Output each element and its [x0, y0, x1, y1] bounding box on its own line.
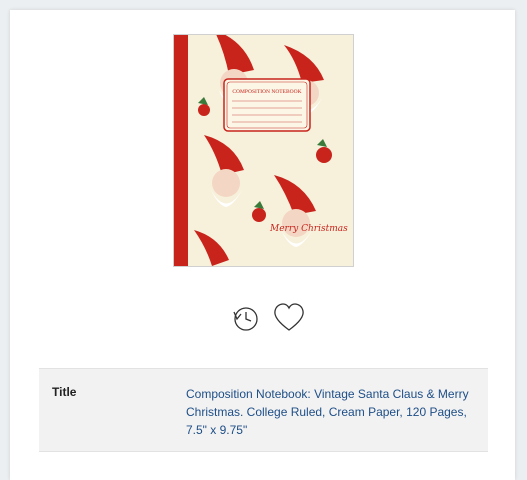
cover-lettering: Merry Christmas [269, 224, 348, 234]
details-label: Title [52, 385, 77, 399]
title-link[interactable]: Composition Notebook: Vintage Santa Clau… [186, 385, 476, 439]
book-cover-image[interactable]: COMPOSITION NOTEBOOK Merry Christmas [173, 34, 354, 267]
cover-actions [228, 300, 308, 334]
history-icon [233, 307, 258, 331]
favorite-button[interactable] [272, 300, 306, 334]
product-card: COMPOSITION NOTEBOOK Merry Christmas Tit… [10, 10, 515, 480]
heart-icon [274, 303, 304, 331]
details-row-title: Title Composition Notebook: Vintage Sant… [39, 368, 488, 452]
cover-illustration: COMPOSITION NOTEBOOK Merry Christmas [174, 35, 353, 266]
history-button[interactable] [228, 300, 262, 334]
cover-title: COMPOSITION NOTEBOOK [232, 89, 301, 95]
